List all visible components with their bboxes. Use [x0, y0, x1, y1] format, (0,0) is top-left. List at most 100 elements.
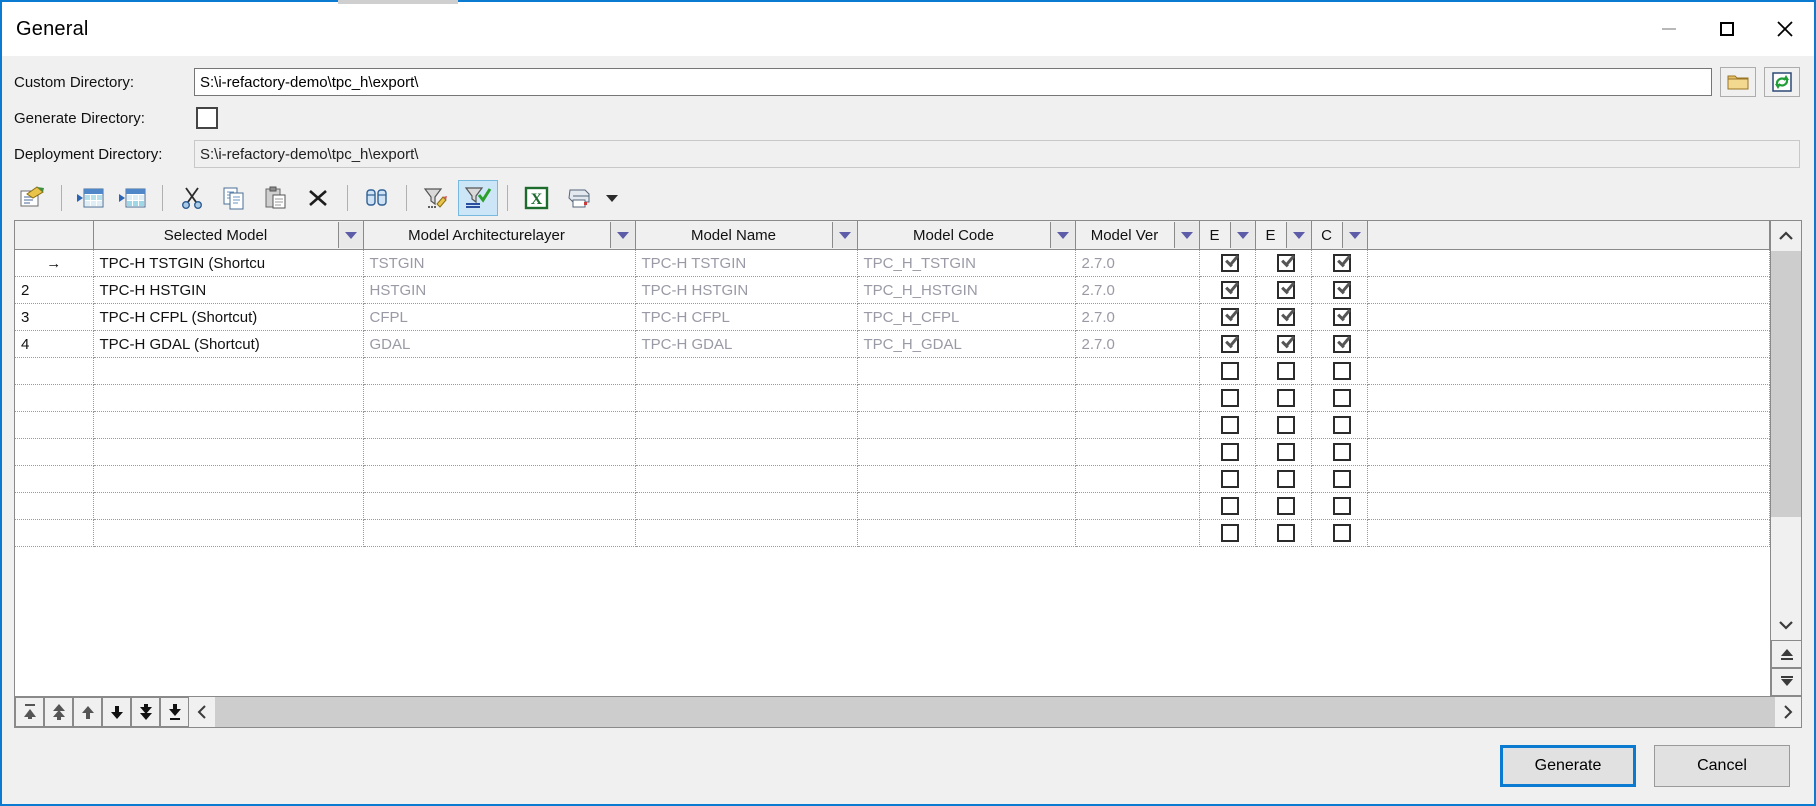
- cell-model-code[interactable]: [857, 357, 1076, 385]
- cell-e1[interactable]: [1199, 411, 1256, 439]
- copy-button[interactable]: [214, 180, 254, 216]
- checkbox-e2[interactable]: [1277, 416, 1295, 435]
- cell-model-code[interactable]: [857, 438, 1076, 466]
- toolbar-more-button[interactable]: [601, 180, 623, 216]
- scroll-to-top-button[interactable]: [1771, 640, 1801, 668]
- chevron-down-icon[interactable]: [609, 222, 635, 248]
- cell-model-architecturelayer[interactable]: TSTGIN: [363, 249, 636, 277]
- generate-button[interactable]: Generate: [1500, 745, 1636, 787]
- cell-c1[interactable]: [1311, 303, 1368, 331]
- properties-button[interactable]: [12, 180, 52, 216]
- row-header[interactable]: [15, 465, 94, 493]
- cell-e2[interactable]: [1255, 384, 1312, 412]
- cell-e1[interactable]: [1199, 303, 1256, 331]
- cell-model-name[interactable]: [635, 384, 858, 412]
- checkbox-c1[interactable]: [1333, 281, 1351, 300]
- checkbox-e2[interactable]: [1277, 470, 1295, 489]
- checkbox-c1[interactable]: [1333, 497, 1351, 516]
- checkbox-c1[interactable]: [1333, 470, 1351, 489]
- checkbox-c1[interactable]: [1333, 443, 1351, 462]
- chevron-down-icon[interactable]: [1173, 222, 1199, 248]
- cell-e1[interactable]: [1199, 357, 1256, 385]
- chevron-down-icon[interactable]: [1229, 222, 1255, 248]
- cell-e1[interactable]: [1199, 330, 1256, 358]
- cell-selected-model[interactable]: [93, 411, 364, 439]
- table-row[interactable]: [15, 465, 1770, 493]
- column-header-model-name[interactable]: Model Name: [635, 221, 858, 250]
- delete-button[interactable]: [298, 180, 338, 216]
- table-row[interactable]: 4 TPC-H GDAL (Shortcut) GDAL TPC-H GDAL TPC_…: [15, 330, 1770, 358]
- cell-selected-model[interactable]: [93, 465, 364, 493]
- scroll-to-bottom-button[interactable]: [1771, 668, 1801, 696]
- row-header[interactable]: 2: [15, 276, 94, 304]
- cell-model-name[interactable]: [635, 492, 858, 520]
- cell-model-name[interactable]: TPC-H TSTGIN: [635, 249, 858, 277]
- cell-model-name[interactable]: [635, 465, 858, 493]
- cell-c1[interactable]: [1311, 357, 1368, 385]
- cell-model-code[interactable]: [857, 519, 1076, 547]
- table-row[interactable]: 3 TPC-H CFPL (Shortcut) CFPL TPC-H CFPL TPC_…: [15, 303, 1770, 331]
- cell-c1[interactable]: [1311, 492, 1368, 520]
- horizontal-scroll-track[interactable]: [215, 697, 1775, 727]
- cell-e2[interactable]: [1255, 519, 1312, 547]
- cell-e1[interactable]: [1199, 492, 1256, 520]
- checkbox-e2[interactable]: [1277, 362, 1295, 381]
- row-header[interactable]: [15, 411, 94, 439]
- cell-model-ver[interactable]: [1075, 519, 1200, 547]
- cancel-button[interactable]: Cancel: [1654, 745, 1790, 787]
- checkbox-e1[interactable]: [1221, 254, 1239, 273]
- checkbox-e1[interactable]: [1221, 470, 1239, 489]
- row-header[interactable]: [15, 357, 94, 385]
- scroll-down-button[interactable]: [1771, 610, 1801, 640]
- table-row[interactable]: → TPC-H TSTGIN (Shortcu TSTGIN TPC-H TSTGIN…: [15, 249, 1770, 277]
- edit-filter-button[interactable]: [416, 180, 456, 216]
- table-row[interactable]: 2 TPC-H HSTGIN HSTGIN TPC-H HSTGIN TPC_H_HST…: [15, 276, 1770, 304]
- insert-row-button[interactable]: [71, 180, 111, 216]
- checkbox-e2[interactable]: [1277, 254, 1295, 273]
- chevron-down-icon[interactable]: [831, 222, 857, 248]
- cell-model-code[interactable]: [857, 384, 1076, 412]
- checkbox-e2[interactable]: [1277, 443, 1295, 462]
- maximize-button[interactable]: [1698, 2, 1756, 56]
- table-row[interactable]: [15, 492, 1770, 520]
- checkbox-e1[interactable]: [1221, 416, 1239, 435]
- cell-e2[interactable]: [1255, 249, 1312, 277]
- cell-model-architecturelayer[interactable]: [363, 411, 636, 439]
- grid-scroll-area[interactable]: Selected Model Model Architecturelayer M…: [15, 221, 1770, 696]
- cell-e1[interactable]: [1199, 276, 1256, 304]
- cell-e2[interactable]: [1255, 411, 1312, 439]
- cell-model-name[interactable]: [635, 411, 858, 439]
- minimize-button[interactable]: [1640, 2, 1698, 56]
- cell-model-ver[interactable]: [1075, 384, 1200, 412]
- cell-model-architecturelayer[interactable]: [363, 519, 636, 547]
- cell-model-architecturelayer[interactable]: [363, 465, 636, 493]
- checkbox-c1[interactable]: [1333, 254, 1351, 273]
- browse-folder-button[interactable]: [1720, 67, 1756, 97]
- row-header[interactable]: →: [15, 249, 94, 277]
- cell-e2[interactable]: [1255, 303, 1312, 331]
- row-header[interactable]: [15, 438, 94, 466]
- cell-c1[interactable]: [1311, 411, 1368, 439]
- checkbox-e1[interactable]: [1221, 443, 1239, 462]
- checkbox-e1[interactable]: [1221, 497, 1239, 516]
- checkbox-e1[interactable]: [1221, 524, 1239, 543]
- cell-c1[interactable]: [1311, 438, 1368, 466]
- cell-model-name[interactable]: [635, 519, 858, 547]
- cell-e2[interactable]: [1255, 465, 1312, 493]
- cell-model-code[interactable]: [857, 492, 1076, 520]
- cell-selected-model[interactable]: TPC-H GDAL (Shortcut): [93, 330, 364, 358]
- checkbox-c1[interactable]: [1333, 389, 1351, 408]
- cell-model-ver[interactable]: [1075, 465, 1200, 493]
- prior-record-button[interactable]: [73, 697, 102, 727]
- cell-model-architecturelayer[interactable]: GDAL: [363, 330, 636, 358]
- first-record-button[interactable]: [15, 697, 44, 727]
- chevron-down-icon[interactable]: [1341, 222, 1367, 248]
- scroll-left-button[interactable]: [189, 697, 215, 727]
- cell-model-name[interactable]: [635, 357, 858, 385]
- cell-model-architecturelayer[interactable]: [363, 492, 636, 520]
- cell-model-architecturelayer[interactable]: [363, 438, 636, 466]
- cell-model-code[interactable]: TPC_H_CFPL: [857, 303, 1076, 331]
- find-button[interactable]: [357, 180, 397, 216]
- checkbox-e1[interactable]: [1221, 389, 1239, 408]
- cell-model-ver[interactable]: [1075, 411, 1200, 439]
